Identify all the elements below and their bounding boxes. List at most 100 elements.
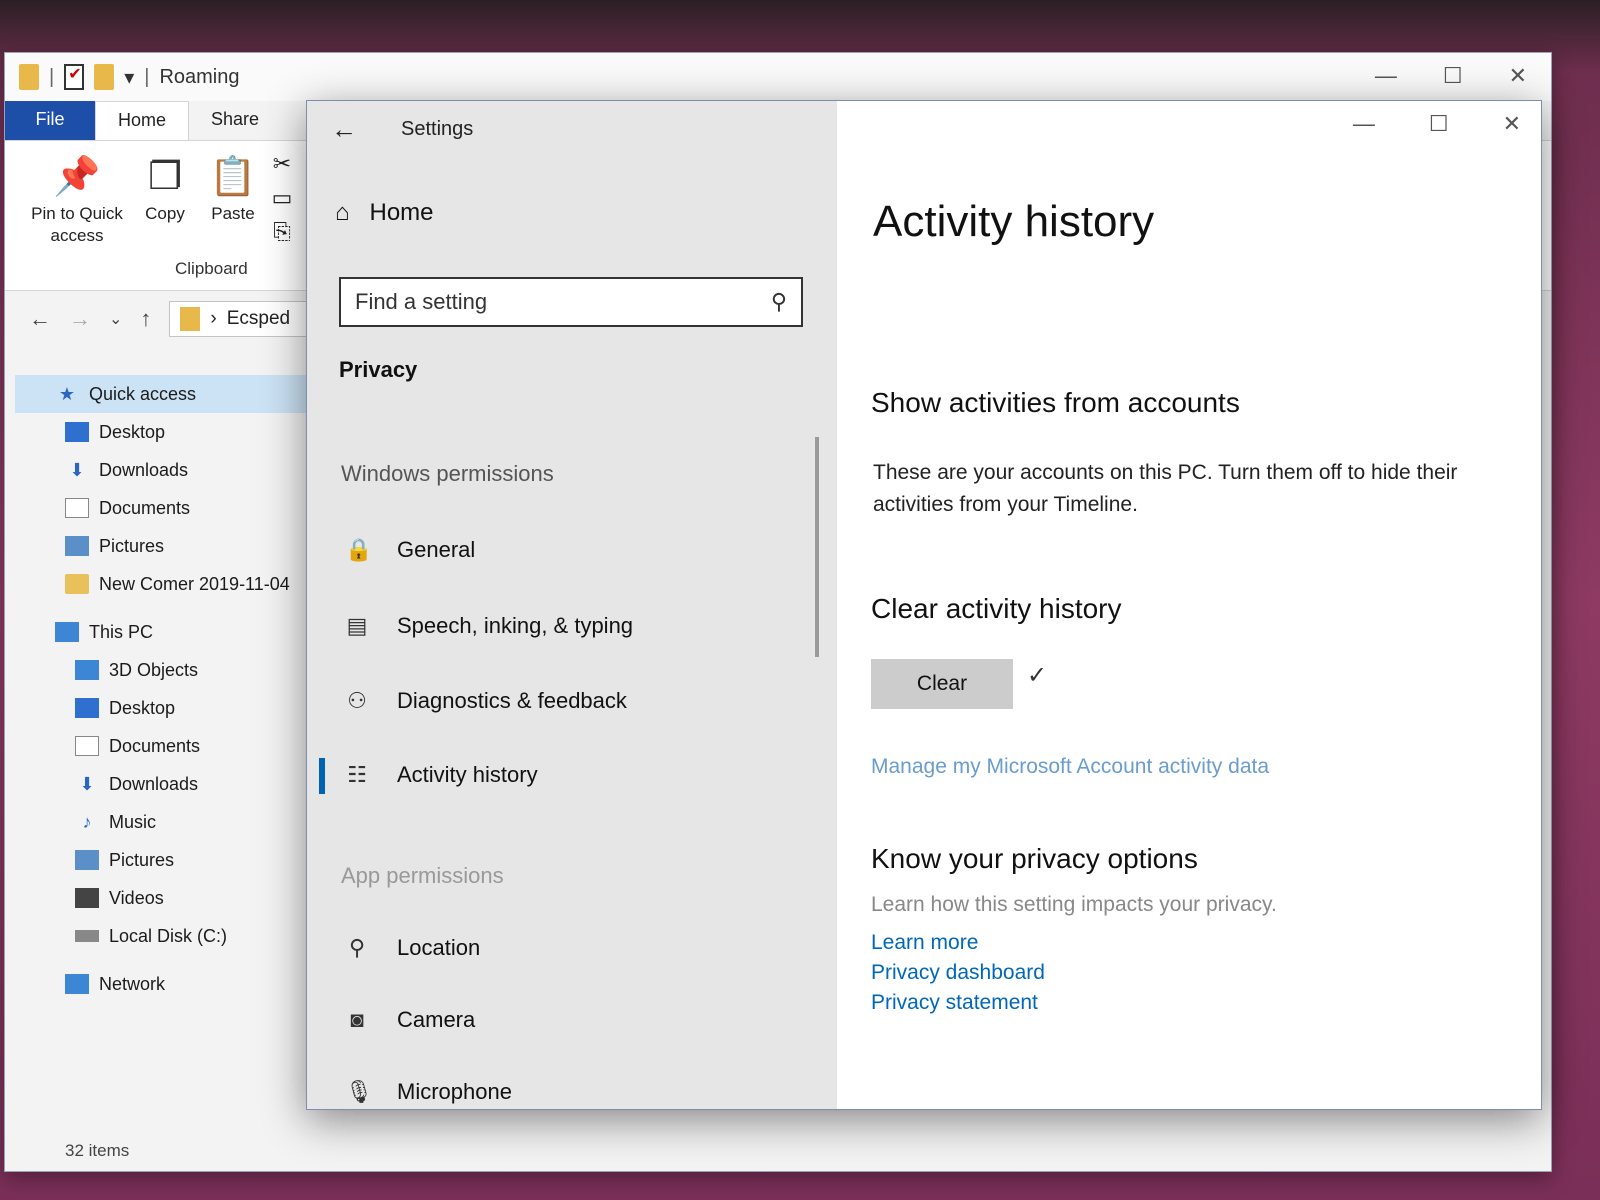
nav-3d-objects[interactable]: 3D Objects — [15, 651, 315, 689]
back-icon[interactable]: ← — [29, 306, 51, 332]
settings-caption-buttons: — ☐ ✕ — [1353, 111, 1521, 137]
menu-label: Microphone — [397, 1079, 512, 1104]
desktop-icon — [75, 698, 99, 718]
tab-file[interactable]: File — [5, 101, 95, 140]
nav-new-comer[interactable]: New Comer 2019-11-04 — [15, 565, 315, 603]
settings-title: Settings — [401, 117, 474, 140]
nav-label: This PC — [89, 621, 154, 642]
menu-speech[interactable]: ▤ Speech, inking, & typing — [345, 613, 633, 639]
minimize-icon[interactable]: — — [1353, 111, 1375, 137]
document-icon — [65, 498, 89, 518]
nav-label: Documents — [109, 735, 201, 756]
music-icon: ♪ — [82, 812, 92, 832]
clipboard-icon: ▤ — [346, 613, 368, 638]
nav-label: Videos — [109, 887, 164, 908]
paste-button[interactable]: 📋 Paste — [201, 151, 265, 225]
menu-activity-history[interactable]: ☷ Activity history — [319, 758, 538, 794]
nav-label: Downloads — [109, 773, 199, 794]
nav-this-pc[interactable]: This PC — [15, 613, 315, 651]
status-bar: 32 items — [65, 1141, 130, 1160]
nav-label: Pictures — [109, 849, 175, 870]
close-icon[interactable]: ✕ — [1509, 63, 1527, 89]
breadcrumb[interactable]: Ecsped — [227, 308, 290, 330]
cut-icon[interactable]: ✂ — [273, 151, 291, 176]
folder-icon — [180, 307, 201, 331]
tab-share[interactable]: Share — [189, 101, 281, 140]
menu-microphone[interactable]: 🎙 Microphone — [345, 1079, 512, 1105]
nav-label: Quick access — [89, 383, 197, 404]
menu-general[interactable]: 🔒 General — [345, 537, 475, 563]
clear-button[interactable]: Clear — [871, 659, 1013, 709]
nav-downloads[interactable]: ⬇ Downloads — [15, 451, 315, 489]
properties-icon[interactable] — [64, 64, 85, 90]
settings-home-link[interactable]: ⌂ Home — [335, 199, 434, 227]
settings-window: ← Settings ⌂ Home ⚲ Privacy Windows perm… — [306, 100, 1542, 1110]
privacy-statement-link[interactable]: Privacy statement — [871, 991, 1038, 1015]
settings-content-pane: — ☐ ✕ Activity history Show activities f… — [837, 101, 1541, 1109]
settings-titlebar: ← Settings — [331, 109, 473, 149]
nav-label: Desktop — [109, 697, 176, 718]
tab-home[interactable]: Home — [95, 101, 190, 140]
nav-pc-downloads[interactable]: ⬇ Downloads — [15, 765, 315, 803]
forward-icon[interactable]: → — [69, 306, 91, 332]
copy-button[interactable]: ❐ Copy — [133, 151, 197, 225]
nav-scrollbar[interactable] — [815, 437, 819, 657]
pictures-icon — [65, 536, 89, 556]
maximize-icon[interactable]: ☐ — [1443, 63, 1463, 89]
nav-pictures[interactable]: Pictures — [15, 527, 315, 565]
settings-nav-pane: ← Settings ⌂ Home ⚲ Privacy Windows perm… — [307, 101, 837, 1109]
nav-pc-desktop[interactable]: Desktop — [15, 689, 315, 727]
search-icon[interactable]: ⚲ — [771, 289, 787, 315]
star-icon: ★ — [58, 384, 76, 404]
manage-account-activity-link[interactable]: Manage my Microsoft Account activity dat… — [871, 755, 1269, 779]
maximize-icon[interactable]: ☐ — [1429, 111, 1449, 137]
nav-desktop[interactable]: Desktop — [15, 413, 315, 451]
nav-local-disk[interactable]: Local Disk (C:) — [15, 917, 315, 955]
folder-icon[interactable] — [19, 64, 39, 90]
nav-quick-access[interactable]: ★ Quick access — [15, 375, 315, 413]
show-activities-heading: Show activities from accounts — [871, 387, 1240, 418]
menu-diagnostics[interactable]: ⚇ Diagnostics & feedback — [345, 688, 627, 714]
back-arrow-icon[interactable]: ← — [331, 114, 357, 145]
recent-locations-icon[interactable]: ⌄ — [109, 309, 122, 329]
explorer-title: Roaming — [159, 65, 240, 88]
menu-camera[interactable]: ◙ Camera — [345, 1007, 475, 1033]
qat-dropdown-icon[interactable]: ▾ — [124, 65, 134, 90]
learn-more-link[interactable]: Learn more — [871, 931, 978, 955]
location-icon: ⚲ — [348, 935, 366, 960]
qat-separator: | — [144, 65, 150, 88]
close-icon[interactable]: ✕ — [1503, 111, 1521, 137]
page-title: Activity history — [873, 197, 1155, 246]
home-label: Home — [369, 199, 434, 226]
nav-network[interactable]: Network — [15, 965, 315, 1003]
new-folder-icon[interactable] — [94, 64, 115, 90]
nav-music[interactable]: ♪ Music — [15, 803, 315, 841]
camera-icon: ◙ — [350, 1007, 364, 1032]
nav-label: Network — [99, 973, 166, 994]
show-activities-description: These are your accounts on this PC. Turn… — [873, 461, 1458, 516]
clear-history-heading: Clear activity history — [871, 593, 1122, 624]
up-icon[interactable]: ↑ — [140, 306, 151, 332]
nav-label: 3D Objects — [109, 659, 199, 680]
privacy-options-description: Learn how this setting impacts your priv… — [871, 893, 1277, 916]
paste-shortcut-icon[interactable]: ⎘ — [273, 219, 291, 244]
explorer-caption-buttons: — ☐ ✕ — [1375, 63, 1527, 89]
copy-path-icon[interactable]: ▭ — [272, 185, 293, 210]
nav-pc-documents[interactable]: Documents — [15, 727, 315, 765]
settings-search-box[interactable]: ⚲ — [339, 277, 803, 327]
menu-label: Location — [397, 935, 481, 960]
nav-videos[interactable]: Videos — [15, 879, 315, 917]
menu-label: Speech, inking, & typing — [397, 613, 634, 638]
nav-label: Music — [109, 811, 157, 832]
search-input[interactable] — [355, 289, 735, 315]
nav-pc-pictures[interactable]: Pictures — [15, 841, 315, 879]
document-icon — [75, 736, 99, 756]
privacy-dashboard-link[interactable]: Privacy dashboard — [871, 961, 1045, 985]
download-icon: ⬇ — [79, 774, 95, 794]
computer-icon — [55, 622, 79, 642]
network-icon — [65, 974, 89, 994]
menu-location[interactable]: ⚲ Location — [345, 935, 480, 961]
minimize-icon[interactable]: — — [1375, 63, 1397, 89]
pin-to-quick-access-button[interactable]: 📌 Pin to Quick access — [17, 151, 137, 247]
nav-documents[interactable]: Documents — [15, 489, 315, 527]
